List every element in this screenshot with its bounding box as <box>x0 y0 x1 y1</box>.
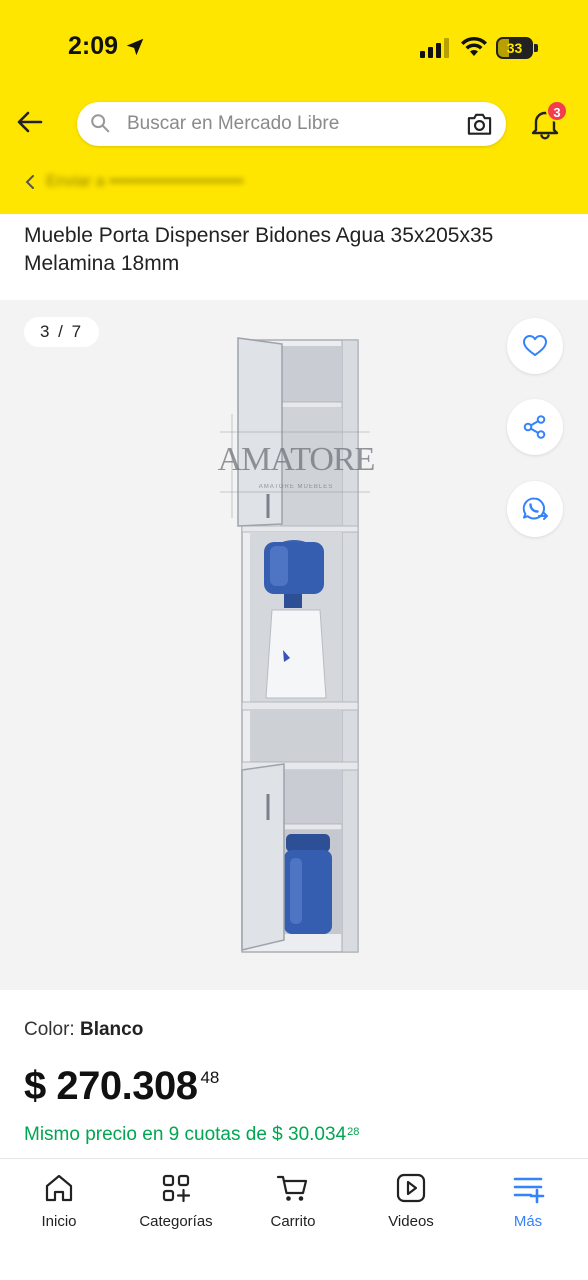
search-input[interactable] <box>127 102 457 146</box>
battery-indicator: 33 <box>496 37 538 59</box>
more-menu-icon <box>513 1177 545 1204</box>
price: $ 270.308 48 <box>24 1064 219 1109</box>
image-counter: 3 / 7 <box>24 317 100 347</box>
wifi-icon <box>461 36 487 56</box>
cellular-signal-icon <box>420 38 449 58</box>
shipping-location[interactable]: Enviar a •••••••••••••••••••••••• <box>24 168 324 196</box>
watermark-subtitle: AMATORE MUEBLES <box>259 484 333 490</box>
search-icon <box>91 114 110 133</box>
installments-info: Mismo precio en 9 cuotas de $ 30.034 28 <box>24 1124 359 1146</box>
location-pin-icon <box>25 175 34 189</box>
product-gallery[interactable]: 3 / 7 AMATORE AMATORE MUEBLES <box>0 300 588 990</box>
whatsapp-icon <box>522 497 548 520</box>
nav-item-categorias[interactable]: Categorías <box>121 1171 231 1241</box>
cart-icon <box>276 1175 308 1201</box>
favorite-button[interactable] <box>507 318 563 374</box>
nav-label-categorias: Categorías <box>139 1213 213 1230</box>
share-button[interactable] <box>507 399 563 455</box>
notification-badge: 3 <box>546 100 568 122</box>
color-label: Color: <box>24 1019 80 1040</box>
battery-nub <box>534 44 538 52</box>
product-image: AMATORE AMATORE MUEBLES <box>218 337 376 953</box>
search-bar[interactable] <box>77 102 506 146</box>
camera-icon[interactable] <box>466 111 493 137</box>
status-time: 2:09 <box>68 32 146 61</box>
installments-cents: 28 <box>347 1126 360 1138</box>
product-title: Mueble Porta Dispenser Bidones Agua 35x2… <box>24 224 494 275</box>
status-bar: 2:09 33 <box>0 0 588 96</box>
bottom-navigation: Inicio Categorías Carrito Videos Más <box>0 1158 588 1280</box>
nav-label-carrito: Carrito <box>270 1213 316 1230</box>
product-title-section: Mueble Porta Dispenser Bidones Agua 35x2… <box>0 214 588 300</box>
price-amount: $ 270.308 <box>24 1064 198 1108</box>
nav-item-inicio[interactable]: Inicio <box>4 1171 114 1241</box>
nav-item-carrito[interactable]: Carrito <box>238 1171 348 1241</box>
whatsapp-share-button[interactable] <box>507 481 563 537</box>
nav-label-videos: Videos <box>388 1213 434 1230</box>
arrow-left-icon[interactable] <box>14 106 46 138</box>
app-header: 2:09 33 Buscar en Mercado Libre 3 Enviar… <box>0 0 588 214</box>
share-icon <box>523 415 546 439</box>
status-time-text: 2:09 <box>68 32 119 60</box>
price-cents: 48 <box>200 1068 220 1087</box>
installments-text: Mismo precio en 9 cuotas de $ 30.034 <box>24 1124 347 1145</box>
color-variant[interactable]: Color: Blanco <box>24 1019 143 1041</box>
heart-icon <box>523 335 547 356</box>
notifications-button[interactable]: 3 <box>528 100 568 144</box>
location-arrow-icon <box>126 38 144 55</box>
nav-item-mas[interactable]: Más <box>473 1171 583 1241</box>
battery-level-text: 33 <box>506 40 523 56</box>
nav-label-mas: Más <box>513 1213 543 1230</box>
watermark-text: AMATORE <box>218 441 375 478</box>
home-icon <box>45 1174 73 1202</box>
location-text: Enviar a •••••••••••••••••••••••• <box>46 173 244 190</box>
color-value: Blanco <box>79 1019 144 1040</box>
nav-label-inicio: Inicio <box>41 1213 77 1230</box>
categories-icon <box>162 1174 191 1203</box>
video-icon <box>396 1173 426 1203</box>
nav-item-videos[interactable]: Videos <box>356 1171 466 1241</box>
